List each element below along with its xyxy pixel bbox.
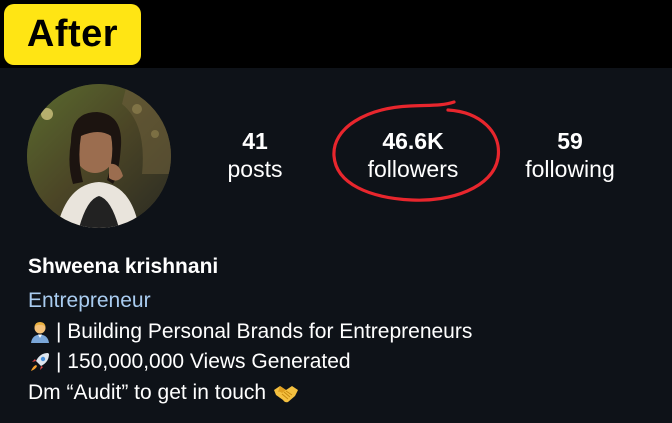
rocket-emoji-icon xyxy=(28,350,54,374)
bio-line-views: | 150,000,000 Views Generated xyxy=(28,350,351,374)
bio-line-text: Dm “Audit” to get in touch xyxy=(28,381,267,404)
after-badge-label: After xyxy=(26,13,119,55)
posts-count: 41 xyxy=(242,128,268,154)
following-count: 59 xyxy=(557,128,583,154)
after-badge: After xyxy=(4,4,141,65)
bio-line-brands: | Building Personal Brands for Entrepren… xyxy=(28,320,472,344)
stat-posts[interactable]: 41 posts xyxy=(185,128,325,184)
stat-following[interactable]: 59 following xyxy=(500,128,640,184)
following-label: following xyxy=(525,156,615,182)
profile-header: 41 posts 46.6K followers 59 following Sh… xyxy=(0,68,672,423)
bio-line-text: | Building Personal Brands for Entrepren… xyxy=(56,320,473,343)
highlight-circle xyxy=(332,100,501,202)
bio-line-cta: Dm “Audit” to get in touch xyxy=(28,381,301,405)
posts-label: posts xyxy=(227,156,283,182)
profile-name: Shweena krishnani xyxy=(28,255,219,278)
profile-category[interactable]: Entrepreneur xyxy=(28,289,151,313)
handshake-emoji-icon xyxy=(273,381,299,405)
technologist-emoji-icon xyxy=(28,320,54,344)
bio-line-text: | 150,000,000 Views Generated xyxy=(56,350,351,373)
avatar[interactable] xyxy=(27,84,171,228)
